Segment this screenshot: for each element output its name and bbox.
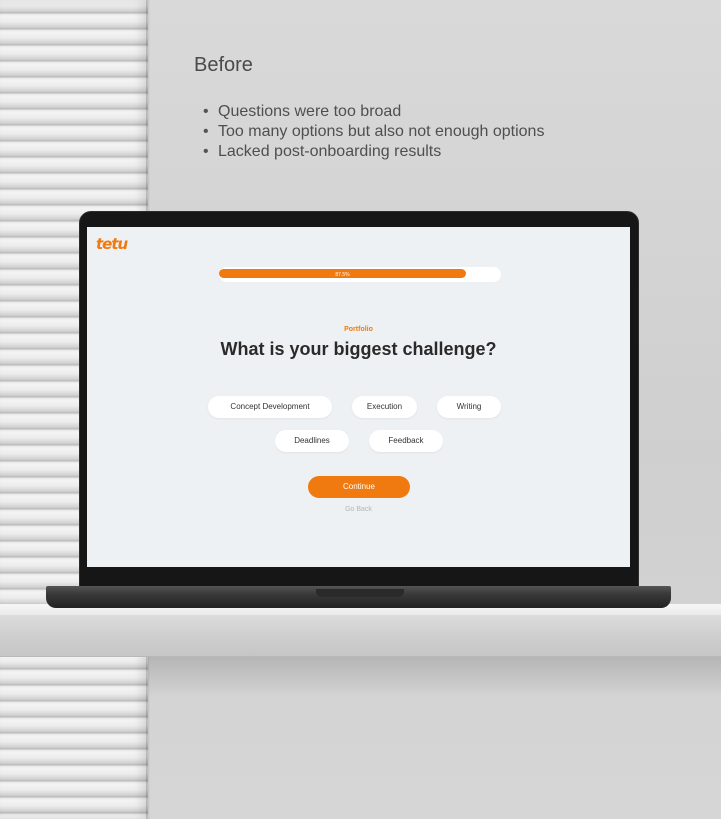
option-concept-development[interactable]: Concept Development — [208, 396, 332, 418]
caption-bullet: • Too many options but also not enough op… — [203, 122, 544, 142]
section-label: Portfolio — [344, 326, 373, 333]
progress-fill: 87.5% — [219, 269, 466, 278]
laptop-screen: tetu 87.5% Portfolio What is your bigges… — [87, 227, 630, 567]
caption-title: Before — [194, 54, 253, 76]
shelf-front — [0, 615, 721, 657]
question-heading: What is your biggest challenge? — [220, 339, 497, 359]
caption-bullet-text: Lacked post-onboarding results — [218, 143, 442, 160]
caption-bullet: • Lacked post-onboarding results — [203, 142, 544, 162]
progress-bar: 87.5% — [219, 267, 501, 282]
caption-bullet-list: • Questions were too broad • Too many opti… — [203, 102, 544, 162]
bullet-dot: • — [203, 103, 209, 120]
bullet-dot: • — [203, 143, 209, 160]
continue-button[interactable]: Continue — [308, 476, 410, 498]
option-feedback[interactable]: Feedback — [369, 430, 443, 452]
caption-bullet-text: Questions were too broad — [218, 103, 402, 120]
progress-label: 87.5% — [335, 272, 350, 278]
option-execution[interactable]: Execution — [352, 396, 417, 418]
bullet-dot: • — [203, 123, 209, 140]
option-deadlines[interactable]: Deadlines — [275, 430, 349, 452]
laptop-notch — [316, 589, 404, 597]
shelf-shadow — [148, 657, 721, 697]
app-logo[interactable]: tetu — [96, 235, 128, 253]
caption-bullet-text: Too many options but also not enough opt… — [218, 123, 545, 140]
go-back-link[interactable]: Go Back — [87, 506, 630, 513]
caption-bullet: • Questions were too broad — [203, 102, 544, 122]
option-writing[interactable]: Writing — [437, 396, 501, 418]
